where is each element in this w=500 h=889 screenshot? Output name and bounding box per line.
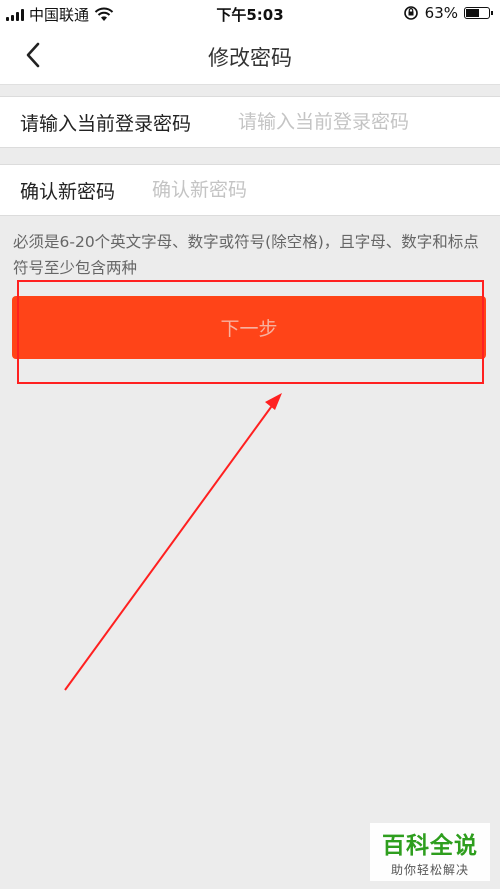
new-password-row: 确认新密码 [0, 164, 500, 216]
watermark-logo: 百科全说 助你轻松解决 [370, 823, 490, 881]
nav-bar: 修改密码 [0, 28, 500, 85]
battery-percent: 63% [424, 4, 458, 22]
battery-icon [464, 7, 493, 19]
status-bar: 中国联通 下午5:03 63% [0, 0, 500, 28]
current-password-input[interactable] [238, 111, 500, 133]
page-title: 修改密码 [208, 46, 292, 70]
watermark-subtitle: 助你轻松解决 [390, 863, 469, 877]
next-button[interactable]: 下一步 [12, 296, 486, 359]
rotation-lock-icon [403, 6, 418, 20]
watermark-title: 百科全说 [382, 833, 478, 859]
current-password-row: 请输入当前登录密码 [0, 96, 500, 148]
status-right: 63% [403, 4, 493, 22]
new-password-label: 确认新密码 [20, 180, 116, 203]
current-password-label: 请输入当前登录密码 [20, 112, 192, 135]
password-hint: 必须是6-20个英文字母、数字或符号(除空格)，且字母、数字和标点符号至少包含两… [13, 233, 479, 277]
new-password-input[interactable] [152, 179, 500, 201]
